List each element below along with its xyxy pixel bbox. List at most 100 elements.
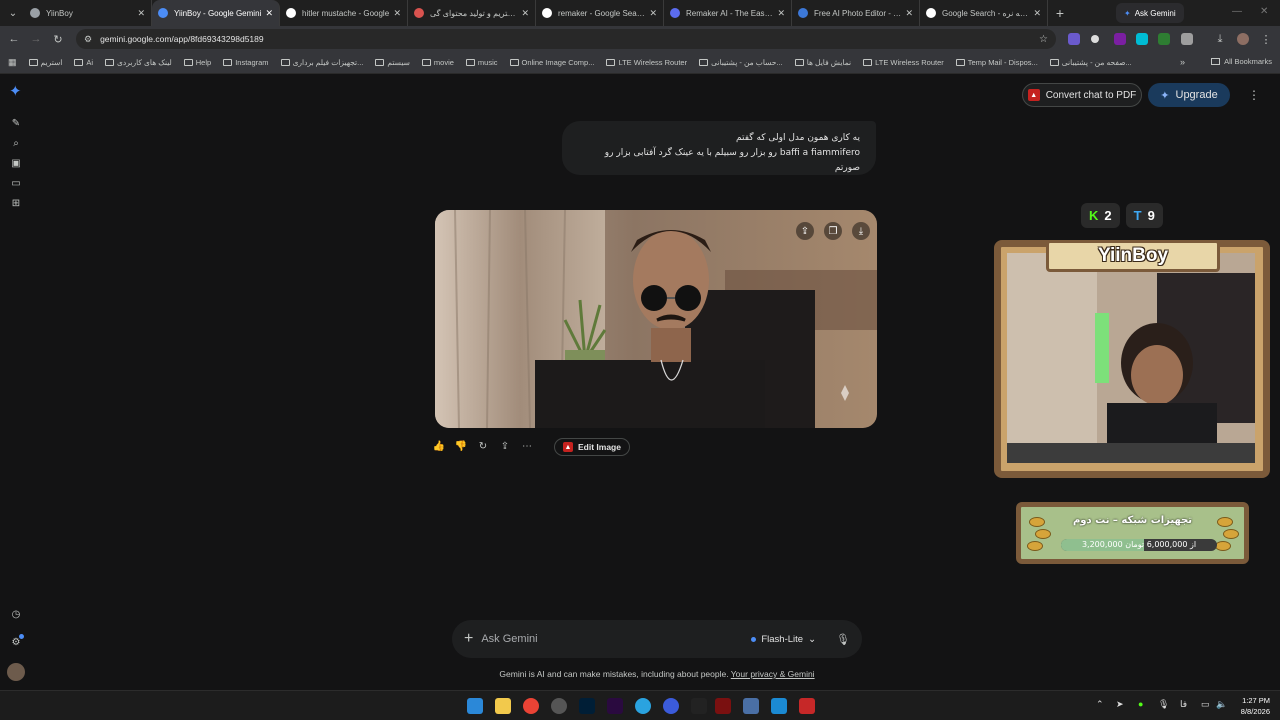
photos-icon[interactable] — [771, 698, 787, 714]
back-icon[interactable]: ← — [3, 33, 25, 45]
extensions-puzzle-icon[interactable] — [1181, 33, 1193, 45]
download-icon[interactable]: ⤓ — [1209, 33, 1231, 46]
bookmark-item[interactable]: movie — [421, 58, 454, 67]
reload-icon[interactable]: ↻ — [47, 33, 69, 46]
mic-tray-icon[interactable]: 🎙 — [1158, 699, 1169, 710]
close-tab-icon[interactable]: ✕ — [649, 8, 657, 19]
browser-tab[interactable]: YiinBoy - Google Gemini ✕ — [152, 0, 280, 26]
browser-tab[interactable]: hitler mustache - Google ✕ — [280, 0, 408, 26]
image-icon[interactable]: ▣ — [10, 158, 22, 170]
close-tab-icon[interactable]: ✕ — [1033, 8, 1041, 19]
language-indicator[interactable]: فا — [1180, 699, 1187, 710]
telegram-tray-icon[interactable]: ➤ — [1116, 699, 1124, 710]
close-tab-icon[interactable]: ✕ — [265, 8, 273, 19]
address-bar[interactable]: ⚙ gemini.google.com/app/8fd69343298d5189… — [76, 29, 1056, 49]
photoshop-icon[interactable] — [579, 698, 595, 714]
browser-tab[interactable]: استریم و تولید محتوای گی... ✕ — [408, 0, 536, 26]
gemini-logo-icon[interactable]: ✦ — [9, 84, 22, 99]
close-tab-icon[interactable]: ✕ — [905, 8, 913, 19]
file-explorer-icon[interactable] — [495, 698, 511, 714]
share-image-icon[interactable]: ⇪ — [796, 222, 814, 240]
prompt-input[interactable] — [481, 633, 752, 645]
premiere-icon[interactable] — [607, 698, 623, 714]
obs-icon[interactable] — [551, 698, 567, 714]
bookmark-item[interactable]: Ai — [74, 58, 93, 67]
tab-search-button[interactable]: ⌄ — [2, 2, 24, 24]
chrome-menu-icon[interactable]: ⋮ — [1255, 33, 1277, 46]
extension-icon[interactable] — [1136, 33, 1148, 45]
app-icon[interactable] — [715, 698, 731, 714]
thumbs-down-icon[interactable]: 👎 — [454, 440, 468, 454]
ask-gemini-button[interactable]: ✦ Ask Gemini — [1116, 3, 1184, 23]
tray-icon[interactable]: ● — [1138, 699, 1143, 709]
edit-image-button[interactable]: ▲ Edit Image — [554, 438, 630, 456]
browser-tab[interactable]: YiinBoy ✕ — [24, 0, 152, 26]
app-icon[interactable] — [799, 698, 815, 714]
bookmark-item[interactable]: Instagram — [223, 58, 269, 67]
convert-to-pdf-button[interactable]: ▲ Convert chat to PDF — [1022, 83, 1142, 107]
bookmark-item[interactable]: نمایش فایل ها — [794, 58, 851, 67]
close-tab-icon[interactable]: ✕ — [137, 8, 145, 19]
close-tab-icon[interactable]: ✕ — [393, 8, 401, 19]
bookmark-item[interactable]: Online Image Comp... — [509, 58, 594, 67]
privacy-link[interactable]: Your privacy & Gemini — [731, 669, 815, 679]
bookmark-star-icon[interactable]: ☆ — [1039, 34, 1048, 45]
more-bookmarks-icon[interactable]: » — [1180, 57, 1185, 67]
thumbs-up-icon[interactable]: 👍 — [432, 440, 446, 454]
profile-avatar[interactable] — [1237, 33, 1249, 45]
extension-icon[interactable] — [1114, 33, 1126, 45]
regenerate-icon[interactable]: ↻ — [476, 440, 490, 454]
minimize-icon[interactable]: — — [1232, 6, 1242, 17]
show-hidden-icons[interactable]: ⌃ — [1096, 699, 1104, 710]
bookmark-item[interactable]: Temp Mail - Dispos... — [955, 58, 1038, 67]
bookmark-item[interactable]: LTE Wireless Router — [606, 58, 687, 67]
generated-image[interactable] — [435, 210, 877, 428]
browser-tab[interactable]: Google Search - گربه نره ✕ — [920, 0, 1048, 26]
bookmark-item[interactable]: حساب من - پشتیبانی... — [699, 58, 783, 67]
bookmark-item[interactable]: LTE Wireless Router — [863, 58, 944, 67]
all-bookmarks-button[interactable]: All Bookmarks — [1211, 57, 1272, 66]
model-selector[interactable]: Flash-Lite ⌄ — [751, 634, 816, 645]
share-icon[interactable]: ⇪ — [498, 440, 512, 454]
bookmark-item[interactable]: سیستم — [375, 58, 410, 67]
extension-icon[interactable] — [1091, 35, 1099, 43]
app-icon[interactable] — [743, 698, 759, 714]
new-chat-icon[interactable]: ✎ — [10, 118, 22, 130]
extension-icon[interactable] — [1158, 33, 1170, 45]
app-icon[interactable] — [663, 698, 679, 714]
close-tab-icon[interactable]: ✕ — [777, 8, 785, 19]
add-attachment-icon[interactable]: + — [464, 630, 473, 648]
apps-grid-icon[interactable]: ▦ — [8, 57, 17, 68]
site-info-icon[interactable]: ⚙ — [84, 34, 92, 45]
browser-tab[interactable]: Remaker AI - The Easiest ✕ — [664, 0, 792, 26]
gems-grid-icon[interactable]: ⊞ — [10, 198, 22, 210]
browser-tab[interactable]: remaker - Google Search ✕ — [536, 0, 664, 26]
copy-image-icon[interactable]: ❐ — [824, 222, 842, 240]
system-clock[interactable]: 1:27 PM 8/8/2026 — [1241, 695, 1270, 717]
bookmark-item[interactable]: استریم — [28, 58, 62, 67]
new-tab-button[interactable]: + — [1048, 5, 1072, 21]
forward-icon[interactable]: → — [25, 33, 47, 45]
start-icon[interactable] — [467, 698, 483, 714]
bookmark-item[interactable]: صفحه من - پشتیبانی... — [1049, 58, 1132, 67]
browser-tab[interactable]: Free AI Photo Editor - Ed ✕ — [792, 0, 920, 26]
network-icon[interactable]: ▭ — [1201, 699, 1210, 710]
bookmark-item[interactable]: لینک های کاربردی — [105, 58, 172, 67]
more-options-icon[interactable]: ⋮ — [1248, 88, 1260, 102]
search-icon[interactable]: ⌕ — [10, 138, 22, 150]
more-actions-icon[interactable]: ⋯ — [520, 440, 534, 454]
upgrade-button[interactable]: ✦ Upgrade — [1148, 83, 1230, 107]
chrome-icon[interactable] — [523, 698, 539, 714]
close-tab-icon[interactable]: ✕ — [521, 8, 529, 19]
download-image-icon[interactable]: ⤓ — [852, 222, 870, 240]
bookmark-item[interactable]: music — [465, 58, 498, 67]
telegram-icon[interactable] — [635, 698, 651, 714]
library-icon[interactable]: ▭ — [10, 178, 22, 190]
volume-icon[interactable]: 🔈 — [1216, 699, 1227, 710]
bookmark-item[interactable]: تجهیزات فیلم برداری... — [280, 58, 363, 67]
activity-icon[interactable]: ◷ — [10, 609, 22, 621]
bookmark-item[interactable]: Help — [183, 58, 211, 67]
microphone-icon[interactable]: 🎙 — [836, 633, 850, 646]
app-icon[interactable] — [691, 698, 707, 714]
extension-icon[interactable] — [1068, 33, 1080, 45]
